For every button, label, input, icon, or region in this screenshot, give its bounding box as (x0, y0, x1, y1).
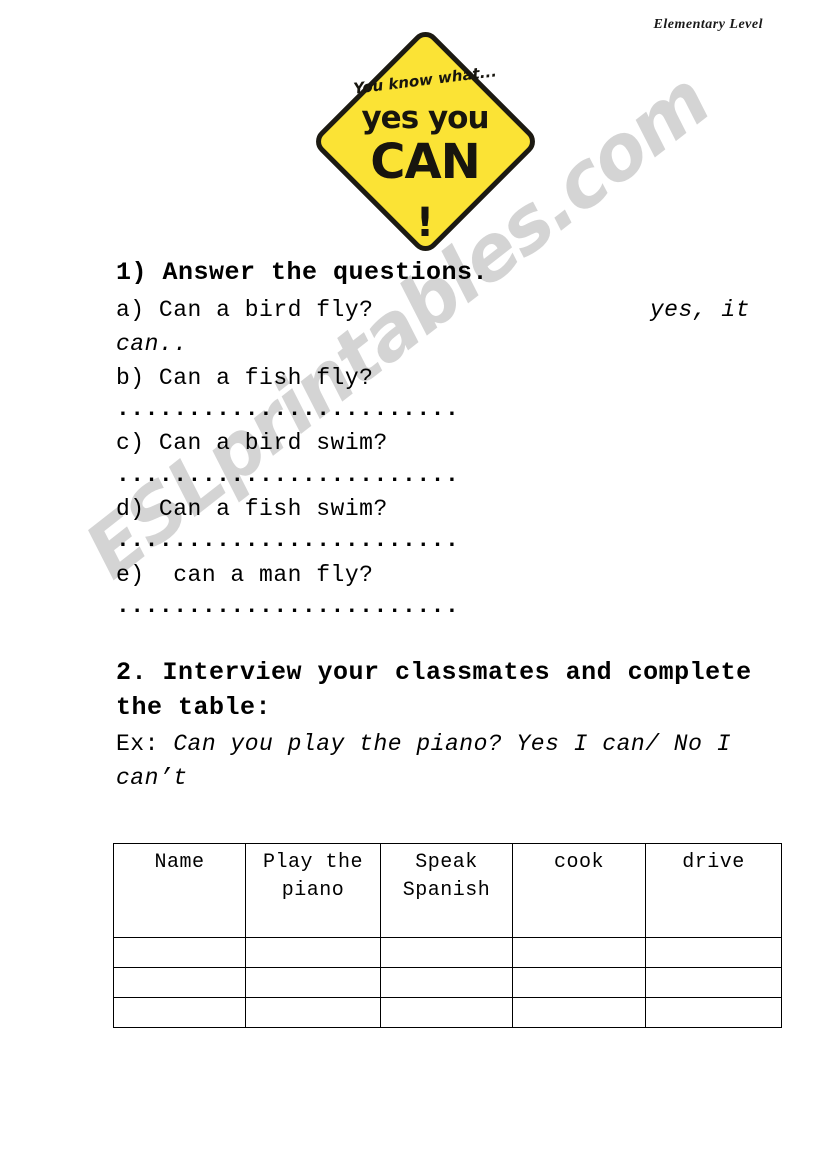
table-cell[interactable] (380, 967, 513, 998)
table-cell[interactable] (113, 937, 246, 968)
table-row (113, 997, 782, 1028)
table-row (113, 937, 782, 968)
table-header-name: Name (113, 843, 246, 938)
answer-line-e[interactable]: ........................................… (116, 592, 458, 622)
example-lead-label: Ex: (116, 731, 174, 758)
answer-line-c[interactable]: ........................................… (116, 461, 458, 491)
sign-script-text: You know what... (352, 62, 498, 98)
table-cell[interactable] (380, 997, 513, 1028)
question-a-answer: yes, it (649, 296, 750, 323)
classmates-interview-table: Name Play the piano Speak Spanish cook d… (113, 843, 782, 1028)
level-label: Elementary Level (653, 17, 763, 32)
answer-line-b[interactable]: ........................................… (116, 395, 458, 425)
table-header-drive: drive (645, 843, 782, 938)
question-b-text: b) Can a fish fly? (116, 364, 374, 391)
answer-line-d[interactable]: ........................................… (116, 526, 458, 556)
table-header-spanish: Speak Spanish (380, 843, 513, 938)
table-row (113, 967, 782, 998)
exercise-2-heading: 2. Interview your classmates and complet… (116, 658, 752, 722)
table-cell[interactable] (245, 967, 381, 998)
question-a-text: a) Can a bird fly? (116, 296, 374, 323)
question-a-row: a) Can a bird fly? yes, it (116, 293, 756, 327)
table-header-piano: Play the piano (245, 843, 381, 938)
table-header-cook: cook (512, 843, 646, 938)
table-cell[interactable] (512, 967, 646, 998)
table-cell[interactable] (512, 997, 646, 1028)
table-cell[interactable] (245, 997, 381, 1028)
exercise-2-example: Ex: Can you play the piano? Yes I can/ N… (116, 727, 756, 795)
question-c-text: c) Can a bird swim? (116, 430, 388, 457)
table-cell[interactable] (645, 937, 782, 968)
question-a-answer-wrap: can.. (116, 330, 188, 357)
sign-exclamation-text: ! (415, 200, 435, 246)
question-d-text: d) Can a fish swim? (116, 496, 388, 523)
table-cell[interactable] (380, 937, 513, 968)
road-sign-text-group: You know what... yes you CAN ! (305, 25, 545, 257)
table-cell[interactable] (113, 967, 246, 998)
sign-yes-you-text: yes you (361, 100, 489, 136)
table-cell[interactable] (245, 937, 381, 968)
sign-can-text: CAN (370, 134, 481, 190)
question-e-text: e) can a man fly? (116, 562, 374, 589)
worksheet-body: 1) Answer the questions. a) Can a bird f… (116, 256, 756, 795)
table-cell[interactable] (645, 997, 782, 1028)
exercise-1-heading: 1) Answer the questions. (116, 258, 489, 287)
table-header-row: Name Play the piano Speak Spanish cook d… (113, 843, 782, 938)
yes-you-can-sign-image: You know what... yes you CAN ! (305, 25, 545, 257)
example-sentence: Can you play the piano? Yes I can/ No I … (116, 731, 732, 792)
table-cell[interactable] (113, 997, 246, 1028)
table-cell[interactable] (645, 967, 782, 998)
table-cell[interactable] (512, 937, 646, 968)
